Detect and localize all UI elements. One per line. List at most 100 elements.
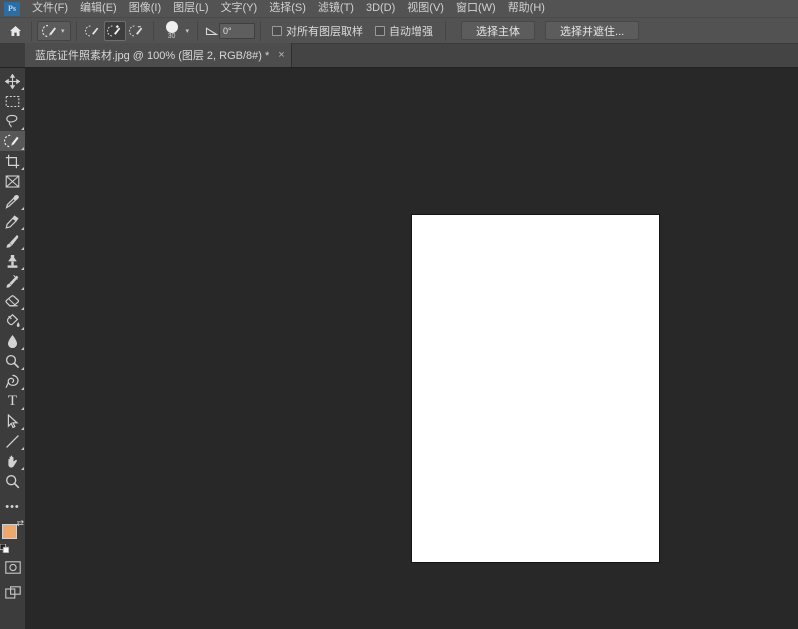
auto-enhance-checkbox[interactable]: 自动增强 bbox=[375, 23, 433, 39]
brush-options-chevron-down-icon[interactable]: ▾ bbox=[185, 27, 193, 35]
lasso-icon bbox=[6, 114, 18, 128]
edit-toolbar-button[interactable]: ••• bbox=[0, 497, 25, 517]
select-subject-button[interactable]: 选择主体 bbox=[461, 21, 536, 40]
dodge-tool[interactable] bbox=[0, 351, 25, 371]
tool-flyout-indicator bbox=[20, 446, 24, 450]
options-separator-5 bbox=[260, 20, 262, 41]
rectangular-marquee-tool[interactable] bbox=[0, 91, 25, 111]
move-tool[interactable] bbox=[0, 71, 25, 91]
brush-angle-control: 0° bbox=[203, 21, 256, 41]
photoshop-window: Ps 文件(F) 编辑(E) 图像(I) 图层(L) 文字(Y) 选择(S) 滤… bbox=[0, 0, 798, 629]
menu-filter[interactable]: 滤镜(T) bbox=[312, 0, 360, 17]
tool-flyout-indicator bbox=[20, 386, 24, 390]
quick-mask-icon bbox=[4, 560, 21, 574]
sample-all-layers-checkbox[interactable]: 对所有图层取样 bbox=[272, 23, 363, 39]
quick-selection-icon bbox=[4, 134, 19, 148]
spot-healing-brush-tool[interactable] bbox=[0, 211, 25, 231]
document-canvas[interactable] bbox=[412, 215, 659, 562]
menu-select[interactable]: 选择(S) bbox=[263, 0, 312, 17]
tool-flyout-indicator bbox=[20, 166, 24, 170]
brush-dot-icon bbox=[165, 20, 178, 33]
history-brush-icon bbox=[6, 274, 19, 288]
pen-tool[interactable] bbox=[0, 371, 25, 391]
new-selection-mode[interactable] bbox=[82, 21, 104, 41]
app-logo-icon: Ps bbox=[4, 1, 20, 16]
select-and-mask-button[interactable]: 选择并遮住... bbox=[545, 21, 640, 40]
tool-flyout-indicator bbox=[20, 86, 24, 90]
menu-file[interactable]: 文件(F) bbox=[26, 0, 74, 17]
default-colors-icon[interactable] bbox=[0, 544, 9, 553]
gradient-tool[interactable] bbox=[0, 311, 25, 331]
home-icon bbox=[9, 25, 21, 36]
quick-mask-button[interactable] bbox=[0, 556, 25, 578]
auto-enhance-label: 自动增强 bbox=[389, 25, 434, 38]
line-tool[interactable] bbox=[0, 431, 25, 451]
clone-stamp-icon bbox=[7, 254, 18, 268]
screen-mode-button[interactable] bbox=[0, 581, 25, 603]
tool-preset-picker[interactable]: ▾ bbox=[37, 20, 71, 41]
line-icon bbox=[6, 434, 19, 448]
foreground-color-swatch[interactable] bbox=[2, 524, 17, 539]
add-to-selection-mode[interactable] bbox=[103, 20, 126, 41]
checkbox-box[interactable] bbox=[272, 25, 283, 36]
zoom-tool[interactable] bbox=[0, 471, 25, 491]
menu-help[interactable]: 帮助(H) bbox=[502, 0, 551, 17]
tool-flyout-indicator bbox=[20, 126, 24, 130]
menu-3d[interactable]: 3D(D) bbox=[360, 0, 401, 17]
close-icon[interactable]: × bbox=[278, 49, 284, 61]
options-bar: ▾ 30 ▾ 0° 对所有图层取样 自动增强 选择主体 选择并遮住... bbox=[0, 18, 798, 44]
crop-icon bbox=[5, 154, 20, 168]
menu-image[interactable]: 图像(I) bbox=[123, 0, 167, 17]
options-separator-4 bbox=[197, 20, 199, 41]
brush-size-preview[interactable]: 30 bbox=[159, 19, 185, 43]
hand-tool[interactable] bbox=[0, 451, 25, 471]
brush-angle-input[interactable]: 0° bbox=[219, 22, 256, 39]
menu-type[interactable]: 文字(Y) bbox=[215, 0, 264, 17]
tools-panel: T ••• ⇄ bbox=[0, 68, 25, 629]
eyedropper-tool[interactable] bbox=[0, 191, 25, 211]
screen-mode-icon bbox=[4, 585, 21, 599]
eraser-tool[interactable] bbox=[0, 291, 25, 311]
selection-mode-group bbox=[82, 20, 148, 41]
history-brush-tool[interactable] bbox=[0, 271, 25, 291]
options-separator-6 bbox=[445, 20, 447, 41]
tool-flyout-indicator bbox=[20, 106, 24, 110]
tool-flyout-indicator bbox=[20, 346, 24, 350]
menu-layer[interactable]: 图层(L) bbox=[167, 0, 214, 17]
menu-edit[interactable]: 编辑(E) bbox=[74, 0, 123, 17]
swap-colors-icon[interactable]: ⇄ bbox=[16, 519, 24, 528]
brush-tool[interactable] bbox=[0, 231, 25, 251]
brush-icon bbox=[6, 234, 19, 248]
crop-tool[interactable] bbox=[0, 151, 25, 171]
zoom-icon bbox=[6, 474, 20, 488]
path-selection-tool[interactable] bbox=[0, 411, 25, 431]
type-tool[interactable]: T bbox=[0, 391, 25, 411]
subtract-from-selection-mode[interactable] bbox=[126, 21, 148, 41]
menu-view[interactable]: 视图(V) bbox=[401, 0, 450, 17]
ellipsis-icon: ••• bbox=[5, 501, 20, 513]
tab-bar-spacer bbox=[0, 43, 25, 67]
move-icon bbox=[5, 73, 20, 89]
tool-flyout-indicator bbox=[20, 266, 24, 270]
checkbox-box[interactable] bbox=[375, 25, 386, 36]
menu-window[interactable]: 窗口(W) bbox=[450, 0, 502, 17]
document-tab[interactable]: 蓝底证件照素材.jpg @ 100% (图层 2, RGB/8#) * × bbox=[25, 43, 292, 67]
frame-icon bbox=[5, 174, 20, 188]
lasso-tool[interactable] bbox=[0, 111, 25, 131]
home-button[interactable] bbox=[4, 21, 26, 41]
chevron-down-icon[interactable]: ▾ bbox=[60, 27, 68, 35]
frame-tool[interactable] bbox=[0, 171, 25, 191]
canvas-workspace[interactable] bbox=[25, 68, 798, 629]
tool-flyout-indicator bbox=[20, 246, 24, 250]
healing-brush-icon bbox=[5, 214, 19, 229]
pen-icon bbox=[5, 374, 19, 388]
document-tab-bar: 蓝底证件照素材.jpg @ 100% (图层 2, RGB/8#) * × bbox=[0, 43, 798, 68]
color-swatches[interactable]: ⇄ bbox=[0, 519, 25, 553]
tool-flyout-indicator bbox=[20, 146, 24, 150]
options-separator-3 bbox=[152, 20, 154, 41]
blur-tool[interactable] bbox=[0, 331, 25, 351]
hand-icon bbox=[8, 455, 17, 468]
quick-selection-tool[interactable] bbox=[0, 131, 25, 151]
brush-size-value: 30 bbox=[167, 32, 176, 40]
clone-stamp-tool[interactable] bbox=[0, 251, 25, 271]
